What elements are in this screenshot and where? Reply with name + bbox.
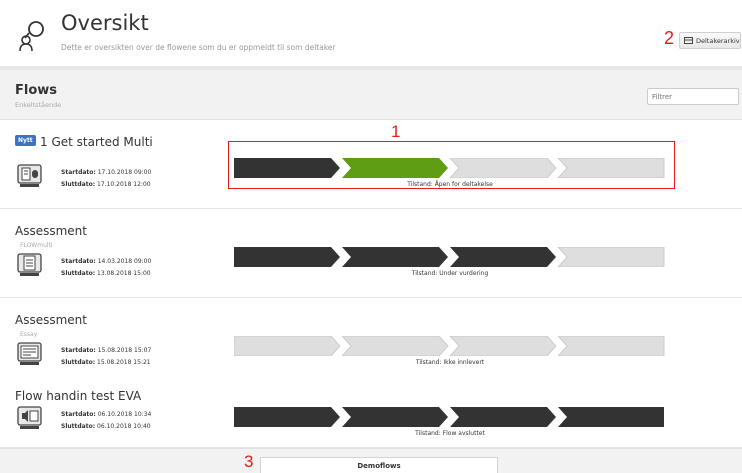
step-done — [234, 407, 340, 427]
annotation-highlight-box — [228, 141, 675, 189]
flows-subtitle: Enkeltstående — [15, 101, 62, 109]
step-done — [342, 247, 448, 267]
annotation-3: 3 — [244, 452, 254, 471]
step-done — [342, 407, 448, 427]
flow-row[interactable]: Assessment Essay Startdato: 15.08.2018 1… — [0, 299, 742, 387]
start-date: 14.03.2018 09:00 — [97, 258, 152, 265]
page-title: Oversikt — [61, 11, 149, 35]
step-done — [450, 407, 556, 427]
page-subtitle: Dette er oversikten over de flowene som … — [61, 43, 336, 52]
essay-icon — [17, 342, 42, 365]
flow-title[interactable]: Assessment — [15, 224, 87, 238]
end-date: 17.10.2018 12:00 — [97, 181, 151, 188]
flow-title[interactable]: 1 Get started Multi — [40, 135, 153, 149]
start-label: Startdato: — [61, 347, 96, 354]
footer-bar: 3 Demoflows — [0, 448, 742, 473]
start-date: 17.10.2018 09:00 — [97, 169, 152, 176]
end-label: Sluttdato: — [61, 359, 96, 366]
start-label: Startdato: — [61, 258, 96, 265]
end-date: 06.10.2018 10:40 — [97, 423, 151, 430]
step-pending — [234, 336, 341, 356]
page-header: Oversikt Dette er oversikten over de flo… — [0, 0, 742, 66]
flow-row[interactable]: Assessment FLOWmulti Startdato: 14.03.20… — [0, 210, 742, 298]
flow-dates: Startdato: 06.10.2018 10:34 Sluttdato: 0… — [61, 409, 151, 433]
flow-state: Tilstand: Under vurdering — [411, 270, 489, 277]
step-done — [558, 407, 664, 427]
flow-subtitle: FLOWmulti — [20, 242, 53, 249]
flow-state: Tilstand: Flow avsluttet — [415, 430, 485, 437]
users-logo-icon — [19, 21, 44, 52]
flow-title[interactable]: Flow handin test EVA — [15, 389, 141, 403]
flow-dates: Startdato: 15.08.2018 15:07 Sluttdato: 1… — [61, 345, 151, 369]
step-done — [450, 247, 556, 267]
end-label: Sluttdato: — [61, 270, 96, 277]
flow-dates: Startdato: 17.10.2018 09:00 Sluttdato: 1… — [61, 167, 151, 191]
participant-archive-button[interactable]: Deltakerarkiv — [679, 32, 741, 49]
start-date: 06.10.2018 10:34 — [97, 411, 152, 418]
media-icon — [17, 406, 42, 429]
end-label: Sluttdato: — [61, 423, 96, 430]
start-label: Startdato: — [61, 169, 96, 176]
archive-icon — [684, 37, 693, 44]
flows-toolbar: Flows Enkeltstående — [0, 70, 742, 120]
step-pending — [557, 247, 665, 267]
start-label: Startdato: — [61, 411, 96, 418]
flow-subtitle: Essay — [20, 331, 38, 338]
step-done — [234, 247, 340, 267]
start-date: 15.08.2018 15:07 — [97, 347, 152, 354]
flow-dates: Startdato: 14.03.2018 09:00 Sluttdato: 1… — [61, 256, 151, 280]
progress-steps — [234, 407, 664, 427]
flow-row[interactable]: Flow handin test EVA Startdato: 06.10.20… — [0, 382, 742, 448]
annotation-1: 1 — [391, 122, 401, 141]
flow-title[interactable]: Assessment — [15, 313, 87, 327]
filter-input[interactable] — [647, 88, 739, 105]
end-date: 15.08.2018 15:21 — [97, 359, 151, 366]
archive-button-label: Deltakerarkiv — [696, 36, 740, 45]
step-pending — [449, 336, 557, 356]
progress-steps — [234, 247, 665, 267]
annotation-2: 2 — [664, 28, 675, 48]
document-icon — [17, 253, 42, 276]
new-badge: Nytt — [15, 135, 36, 146]
progress-steps — [234, 336, 665, 356]
step-pending — [341, 336, 449, 356]
flows-title: Flows — [15, 83, 58, 98]
flow-state: Tilstand: Ikke innlevert — [415, 359, 485, 366]
end-label: Sluttdato: — [61, 181, 96, 188]
document-icon — [17, 164, 42, 187]
step-pending — [557, 336, 665, 356]
demoflows-tab[interactable]: Demoflows — [260, 457, 498, 473]
end-date: 13.08.2018 15:00 — [97, 270, 151, 277]
